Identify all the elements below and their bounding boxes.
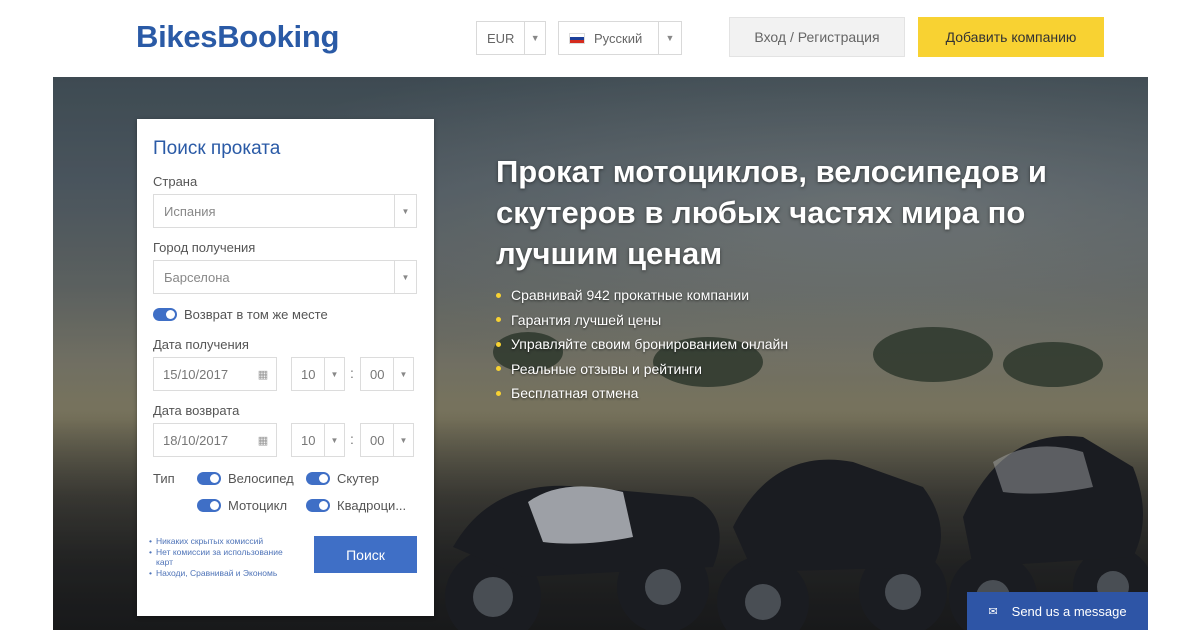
- feature-text: Реальные отзывы и рейтинги: [511, 360, 702, 377]
- russia-flag-icon: [569, 32, 585, 44]
- type-motorcycle-label: Мотоцикл: [228, 498, 288, 513]
- time-separator: :: [350, 365, 354, 381]
- toggle-switch[interactable]: [197, 472, 221, 485]
- country-select[interactable]: Испания ▼: [153, 194, 417, 228]
- calendar-icon: ▦: [257, 434, 269, 447]
- feature-item: Гарантия лучшей цены: [496, 308, 788, 333]
- chevron-down-icon: ▼: [393, 424, 413, 456]
- type-toggle-motorcycle[interactable]: Мотоцикл: [197, 498, 287, 513]
- toggle-switch[interactable]: [306, 472, 330, 485]
- search-panel-title: Поиск проката: [153, 138, 281, 159]
- type-toggle-bicycle[interactable]: Велосипед: [197, 471, 294, 486]
- pickup-date-input[interactable]: 15/10/2017 ▦: [153, 357, 277, 391]
- note-item: Находи, Сравнивай и Экономь: [149, 568, 299, 579]
- send-message-label: Send us a message: [1011, 603, 1127, 619]
- currency-value: EUR: [487, 30, 515, 46]
- country-label: Страна: [153, 174, 198, 189]
- chevron-down-icon: ▼: [393, 358, 413, 390]
- same-place-toggle[interactable]: Возврат в том же месте: [153, 307, 328, 322]
- feature-item: Бесплатная отмена: [496, 381, 788, 406]
- country-value: Испания: [164, 203, 216, 219]
- bullet-icon: [496, 390, 501, 396]
- pickup-hour-value: 10: [301, 366, 316, 382]
- login-register-button[interactable]: Вход / Регистрация: [729, 17, 905, 57]
- hero-title: Прокат мотоциклов, велосипедов и скутеро…: [496, 154, 1047, 271]
- return-date-label: Дата возврата: [153, 403, 240, 418]
- pickup-date-label: Дата получения: [153, 337, 249, 352]
- pickup-minute-select[interactable]: 00 ▼: [360, 357, 414, 391]
- note-item: Нет комиссии за использование карт: [149, 547, 299, 568]
- return-hour-value: 10: [301, 432, 316, 448]
- calendar-icon: ▦: [257, 368, 269, 381]
- envelope-icon: ✉: [988, 605, 998, 618]
- feature-text: Управляйте своим бронированием онлайн: [511, 336, 789, 352]
- send-message-button[interactable]: ✉ Send us a message: [967, 592, 1148, 630]
- benefit-notes: Никаких скрытых комиссий Нет комиссии за…: [149, 536, 299, 578]
- city-select[interactable]: Барселона ▼: [153, 260, 417, 294]
- feature-text: Сравнивай 942 прокатные компании: [511, 287, 750, 303]
- pickup-minute-value: 00: [370, 366, 385, 382]
- toggle-switch[interactable]: [306, 499, 330, 512]
- chevron-down-icon: ▼: [394, 195, 416, 227]
- type-label: Тип: [153, 471, 175, 486]
- search-panel: Поиск проката Страна Испания ▼ Город пол…: [137, 119, 434, 616]
- return-date-value: 18/10/2017: [163, 432, 229, 448]
- toggle-switch[interactable]: [197, 499, 221, 512]
- bullet-icon: [496, 366, 501, 372]
- type-toggle-scooter[interactable]: Скутер: [306, 471, 379, 486]
- type-bicycle-label: Велосипед: [228, 471, 294, 486]
- chevron-down-icon: ▼: [394, 261, 416, 293]
- search-button[interactable]: Поиск: [314, 536, 417, 573]
- feature-item: Управляйте своим бронированием онлайн: [496, 332, 788, 357]
- type-quad-label: Квадроци...: [337, 498, 407, 513]
- feature-text: Гарантия лучшей цены: [511, 311, 662, 328]
- feature-item: Реальные отзывы и рейтинги: [496, 357, 788, 382]
- note-item: Никаких скрытых комиссий: [149, 536, 299, 547]
- bullet-icon: [496, 317, 501, 323]
- same-place-label: Возврат в том же месте: [184, 307, 328, 322]
- language-select[interactable]: Русский ▼: [558, 21, 682, 55]
- chevron-down-icon: ▼: [658, 22, 681, 54]
- city-label: Город получения: [153, 240, 256, 255]
- type-toggle-quad[interactable]: Квадроци...: [306, 498, 406, 513]
- return-date-input[interactable]: 18/10/2017 ▦: [153, 423, 277, 457]
- time-separator: :: [350, 431, 354, 447]
- language-display: Русский: [559, 22, 652, 54]
- bullet-icon: [496, 341, 501, 347]
- chevron-down-icon: ▼: [324, 358, 344, 390]
- chevron-down-icon: ▼: [524, 22, 545, 54]
- bullet-icon: [496, 292, 501, 298]
- type-scooter-label: Скутер: [337, 471, 379, 486]
- pickup-hour-select[interactable]: 10 ▼: [291, 357, 345, 391]
- add-company-button[interactable]: Добавить компанию: [918, 17, 1104, 57]
- chevron-down-icon: ▼: [324, 424, 344, 456]
- toggle-switch[interactable]: [153, 308, 177, 321]
- language-value: Русский: [594, 30, 643, 46]
- return-hour-select[interactable]: 10 ▼: [291, 423, 345, 457]
- pickup-date-value: 15/10/2017: [163, 366, 229, 382]
- currency-select[interactable]: EUR ▼: [476, 21, 546, 55]
- feature-item: Сравнивай 942 прокатные компании: [496, 283, 788, 308]
- return-minute-select[interactable]: 00 ▼: [360, 423, 414, 457]
- logo[interactable]: BikesBooking: [136, 19, 339, 55]
- city-value: Барселона: [164, 269, 230, 285]
- return-minute-value: 00: [370, 432, 385, 448]
- feature-list: Сравнивай 942 прокатные компании Гаранти…: [496, 283, 788, 406]
- feature-text: Бесплатная отмена: [511, 385, 639, 401]
